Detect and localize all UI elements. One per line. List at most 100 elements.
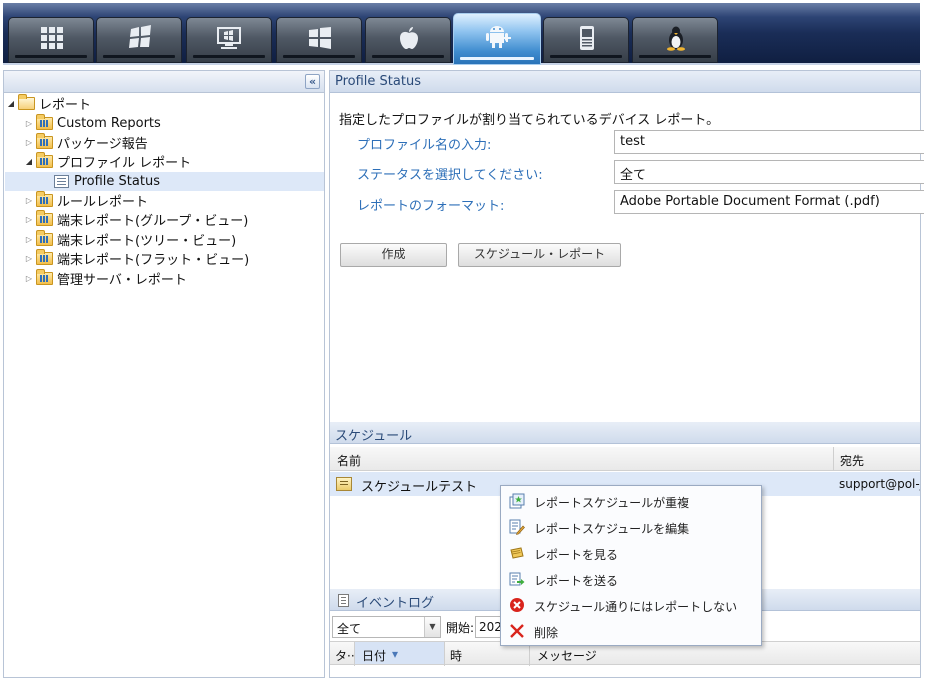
collapsed-arrow-icon[interactable]: ▷ <box>24 254 34 263</box>
tab-android[interactable] <box>453 13 541 65</box>
expand-arrow-icon[interactable]: ◢ <box>24 157 34 166</box>
tab-underline <box>193 55 265 58</box>
delete-icon <box>510 624 524 638</box>
tab-apps[interactable] <box>8 17 94 63</box>
report-document-icon <box>54 175 69 188</box>
menu-item-send-report[interactable]: レポートを送る <box>501 566 761 592</box>
menu-item-label: スケジュール通りにはレポートしない <box>534 600 738 614</box>
tab-apple[interactable] <box>365 17 451 63</box>
tree-item-rule-reports[interactable]: ▷ ルールレポート <box>24 191 148 210</box>
tree-item-device-flat-view[interactable]: ▷ 端末レポート(フラット・ビュー) <box>24 249 249 268</box>
report-format-select[interactable]: Adobe Portable Document Format (.pdf) <box>614 190 924 214</box>
schedule-header: スケジュール <box>330 422 920 444</box>
tree-item-custom-reports[interactable]: ▷ Custom Reports <box>24 114 161 133</box>
menu-item-duplicate-schedule[interactable]: レポートスケジュールが重複 <box>501 488 761 514</box>
tab-windows-xp[interactable] <box>186 17 272 63</box>
windows-legacy-icon <box>129 25 151 48</box>
report-format-label: レポートのフォーマット: <box>357 199 505 214</box>
menu-item-delete[interactable]: 削除 <box>501 618 761 644</box>
tree-item-device-group-view[interactable]: ▷ 端末レポート(グループ・ビュー) <box>24 210 248 229</box>
column-separator[interactable] <box>833 447 834 471</box>
duplicate-schedule-icon <box>509 493 525 509</box>
tree-item-label: 端末レポート(ツリー・ビュー) <box>57 234 237 249</box>
status-select[interactable]: 全て <box>614 160 924 184</box>
create-button[interactable]: 作成 <box>340 243 447 267</box>
tree-item-package-reports[interactable]: ▷ パッケージ報告 <box>24 133 148 152</box>
event-log-title: イベントログ <box>356 596 435 611</box>
event-type-filter[interactable]: 全て ▼ <box>332 616 441 638</box>
chevron-down-icon[interactable]: ▼ <box>424 617 440 637</box>
collapse-panel-button[interactable]: « <box>305 74 320 89</box>
tree-item-label: ルールレポート <box>57 195 149 210</box>
column-message[interactable]: メッセージ <box>537 647 597 664</box>
report-folder-icon <box>36 230 53 246</box>
collapsed-arrow-icon[interactable]: ▷ <box>24 196 34 205</box>
report-folder-icon <box>36 152 53 168</box>
tree-item-profile-reports[interactable]: ◢ プロファイル レポート <box>24 152 191 171</box>
start-date-label: 開始: <box>446 621 475 635</box>
tab-underline <box>15 55 87 58</box>
collapsed-arrow-icon[interactable]: ▷ <box>24 235 34 244</box>
tree-panel-header: « <box>4 71 324 93</box>
column-date[interactable]: 日付 <box>362 647 386 664</box>
tree-item-label: レポート <box>39 98 92 113</box>
collapsed-arrow-icon[interactable]: ▷ <box>24 215 34 224</box>
tree-item-label: 管理サーバ・レポート <box>57 273 187 288</box>
menu-item-disable-schedule[interactable]: スケジュール通りにはレポートしない <box>501 592 761 618</box>
tab-underline <box>550 55 622 58</box>
tree-item-profile-status[interactable]: Profile Status <box>5 172 324 191</box>
report-tree-panel: « ◢ レポート ▷ Custom Reports ▷ パッケージ報告 ◢ プロ… <box>3 70 325 678</box>
column-separator[interactable] <box>444 642 445 666</box>
menu-item-edit-schedule[interactable]: レポートスケジュールを編集 <box>501 514 761 540</box>
menu-item-label: レポートスケジュールを編集 <box>534 522 690 536</box>
edit-schedule-icon <box>509 519 525 535</box>
schedule-recipient: support@pol-j <box>839 477 920 491</box>
report-folder-icon <box>36 114 53 130</box>
menu-item-label: レポートを見る <box>534 548 619 562</box>
column-separator[interactable] <box>354 642 355 666</box>
view-report-icon <box>510 547 524 559</box>
tab-windows[interactable] <box>276 17 362 63</box>
windows-icon <box>309 27 331 49</box>
menu-item-view-report[interactable]: レポートを見る <box>501 540 761 566</box>
tab-windows-legacy[interactable] <box>96 17 182 63</box>
tab-underline <box>103 55 175 58</box>
open-folder-icon <box>18 94 35 110</box>
profile-name-input[interactable]: test <box>614 130 924 154</box>
linux-icon <box>667 26 685 51</box>
tab-linux[interactable] <box>632 17 718 63</box>
column-type[interactable]: タ·· <box>335 647 355 664</box>
schedule-name: スケジュールテスト <box>361 480 478 495</box>
column-name[interactable]: 名前 <box>337 452 361 469</box>
tree-item-label: Profile Status <box>74 174 160 189</box>
tab-underline <box>639 55 711 58</box>
tree-item-device-tree-view[interactable]: ▷ 端末レポート(ツリー・ビュー) <box>24 230 236 249</box>
apple-icon <box>400 27 418 49</box>
profile-status-header: Profile Status <box>330 71 920 93</box>
menu-item-label: レポートを送る <box>534 574 619 588</box>
report-description: 指定したプロファイルが割り当てられているデバイス レポート。 <box>339 113 720 128</box>
collapsed-arrow-icon[interactable]: ▷ <box>24 119 34 128</box>
sort-desc-icon: ▾ <box>392 647 399 661</box>
tree-item-reports[interactable]: ◢ レポート <box>6 94 91 113</box>
tab-handheld[interactable] <box>543 17 629 63</box>
android-icon <box>486 26 511 48</box>
menu-item-label: 削除 <box>534 626 559 640</box>
send-report-icon <box>509 572 525 586</box>
tree-item-label: 端末レポート(フラット・ビュー) <box>57 253 250 268</box>
schedule-report-button[interactable]: スケジュール・レポート <box>458 243 621 267</box>
report-folder-icon <box>36 133 53 149</box>
column-time[interactable]: 時 <box>450 647 462 664</box>
collapsed-arrow-icon[interactable]: ▷ <box>24 138 34 147</box>
windows-xp-icon <box>217 27 241 49</box>
tree-item-server-reports[interactable]: ▷ 管理サーバ・レポート <box>24 269 187 288</box>
expand-arrow-icon[interactable]: ◢ <box>6 99 16 108</box>
collapsed-arrow-icon[interactable]: ▷ <box>24 274 34 283</box>
report-folder-icon <box>36 191 53 207</box>
column-recipient[interactable]: 宛先 <box>840 452 864 469</box>
menu-item-label: レポートスケジュールが重複 <box>534 496 690 510</box>
event-type-filter-value: 全て <box>337 622 362 636</box>
profile-name-label: プロファイル名の入力: <box>357 138 492 153</box>
platform-tab-bar <box>3 3 920 65</box>
tree-item-label: Custom Reports <box>57 116 161 131</box>
